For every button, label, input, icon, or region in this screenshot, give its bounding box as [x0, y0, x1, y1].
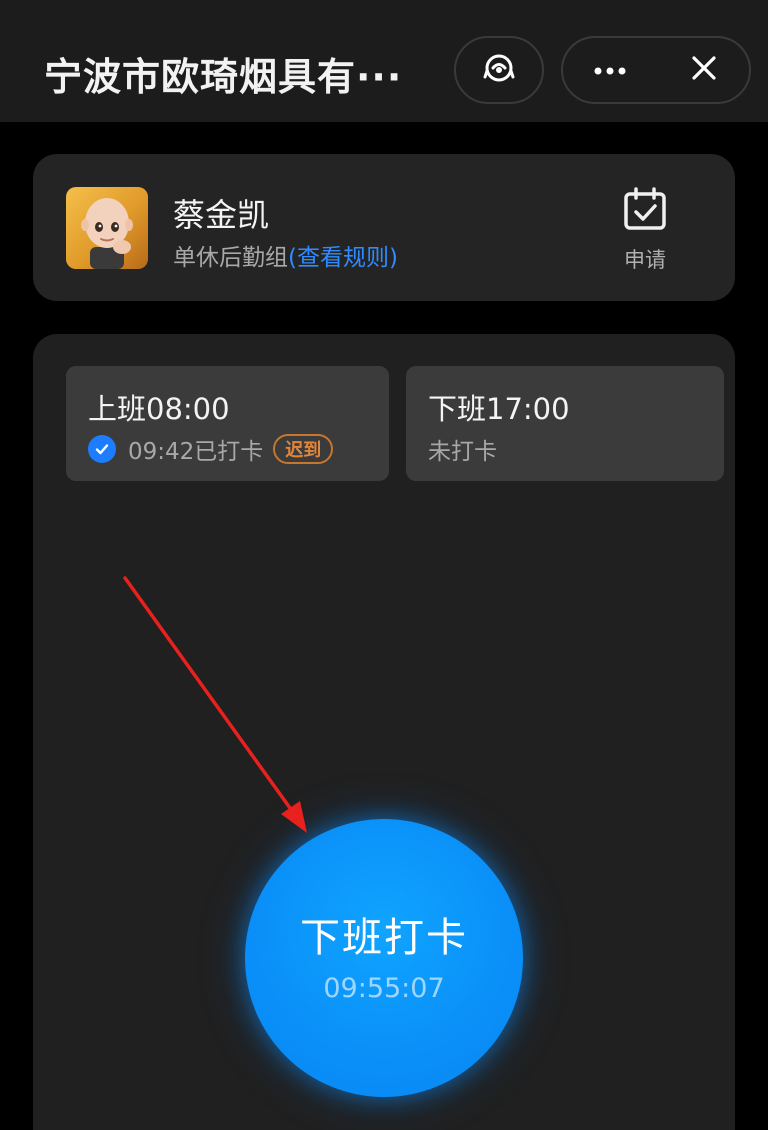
attendance-page: 宁波市欧琦烟具有··· 蔡金凯 单休后勤组(查看规则) 申请 上班08:00 0… — [0, 0, 768, 1130]
annotation-arrow — [123, 576, 307, 833]
